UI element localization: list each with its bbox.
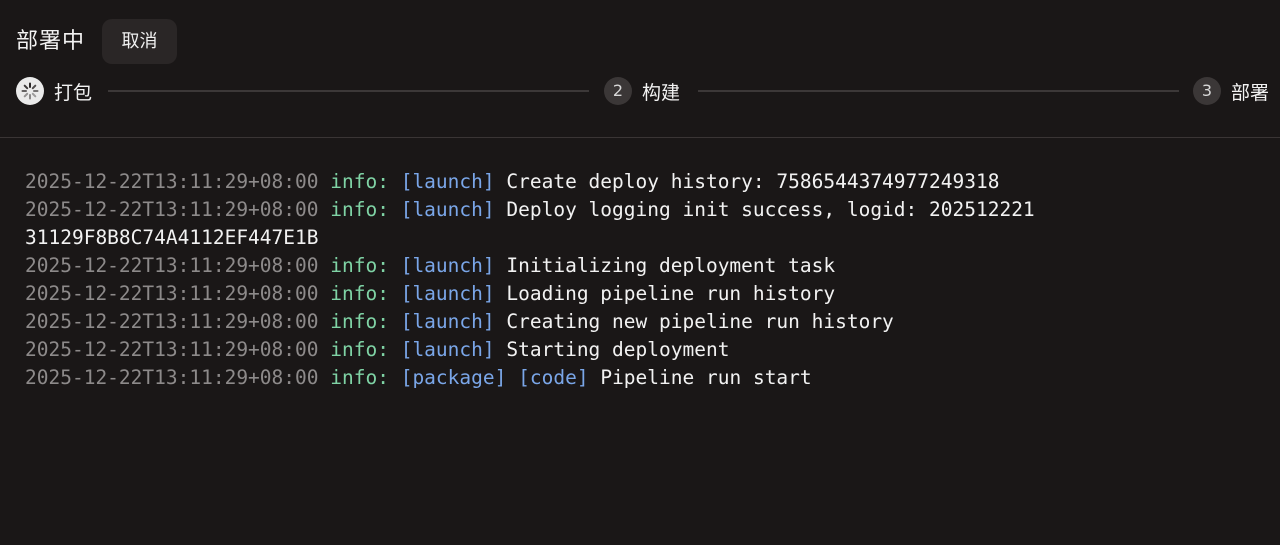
- log-timestamp: 2025-12-22T13:11:29+08:00: [25, 170, 319, 193]
- log-tag: [launch]: [400, 282, 495, 305]
- log-line: 2025-12-22T13:11:29+08:00 info: [launch]…: [25, 336, 1035, 364]
- log-line: 2025-12-22T13:11:29+08:00 info: [launch]…: [25, 308, 1035, 336]
- step-label-build: 构建: [642, 81, 681, 104]
- log-level: info:: [330, 366, 389, 389]
- log-level: info:: [330, 310, 389, 333]
- step-connector: [108, 90, 589, 92]
- log-level: info:: [330, 338, 389, 361]
- log-level: info:: [330, 170, 389, 193]
- log-message: Create deploy history: 75865443749772493…: [506, 170, 1000, 193]
- log-line: 2025-12-22T13:11:29+08:00 info: [launch]…: [25, 280, 1035, 308]
- log-tag: [launch]: [400, 310, 495, 333]
- step-label-deploy: 部署: [1231, 81, 1270, 104]
- log-timestamp: 2025-12-22T13:11:29+08:00: [25, 254, 319, 277]
- spinner-icon: [16, 77, 44, 105]
- log-line: 2025-12-22T13:11:29+08:00 info: [launch]…: [25, 252, 1035, 280]
- log-line: 2025-12-22T13:11:29+08:00 info: [launch]…: [25, 168, 1035, 196]
- log-tag: [launch]: [400, 254, 495, 277]
- log-message: Starting deployment: [506, 338, 730, 361]
- log-tag: [package]: [400, 366, 507, 389]
- log-message: Loading pipeline run history: [506, 282, 836, 305]
- step-number-build: 2: [604, 77, 632, 105]
- log-line: 2025-12-22T13:11:29+08:00 info: [launch]…: [25, 196, 1035, 252]
- step-package: 打包: [16, 77, 92, 105]
- log-message: Initializing deployment task: [506, 254, 836, 277]
- step-deploy: 3 部署: [1193, 77, 1269, 105]
- step-build: 2 构建: [604, 77, 680, 105]
- log-timestamp: 2025-12-22T13:11:29+08:00: [25, 310, 319, 333]
- cancel-button[interactable]: 取消: [102, 19, 177, 64]
- log-timestamp: 2025-12-22T13:11:29+08:00: [25, 338, 319, 361]
- log-tag: [code]: [518, 366, 589, 389]
- log-tag: [launch]: [400, 170, 495, 193]
- log-tag: [launch]: [400, 198, 495, 221]
- log-line: 2025-12-22T13:11:29+08:00 info: [package…: [25, 364, 1035, 392]
- deploy-stepper: 打包 2 构建 3 部署: [0, 74, 1280, 108]
- step-connector: [698, 90, 1179, 92]
- log-level: info:: [330, 254, 389, 277]
- log-tag: [launch]: [400, 338, 495, 361]
- step-label-package: 打包: [54, 81, 93, 104]
- log-timestamp: 2025-12-22T13:11:29+08:00: [25, 198, 319, 221]
- page-title: 部署中: [16, 29, 86, 54]
- log-timestamp: 2025-12-22T13:11:29+08:00: [25, 282, 319, 305]
- step-number-deploy: 3: [1193, 77, 1221, 105]
- log-level: info:: [330, 198, 389, 221]
- log-message: Pipeline run start: [600, 366, 812, 389]
- log-timestamp: 2025-12-22T13:11:29+08:00: [25, 366, 319, 389]
- log-message: Creating new pipeline run history: [506, 310, 894, 333]
- log-level: info:: [330, 282, 389, 305]
- deploy-log: 2025-12-22T13:11:29+08:00 info: [launch]…: [25, 168, 1255, 392]
- deploy-header: 部署中 取消 打包 2 构建 3 部署: [0, 0, 1280, 138]
